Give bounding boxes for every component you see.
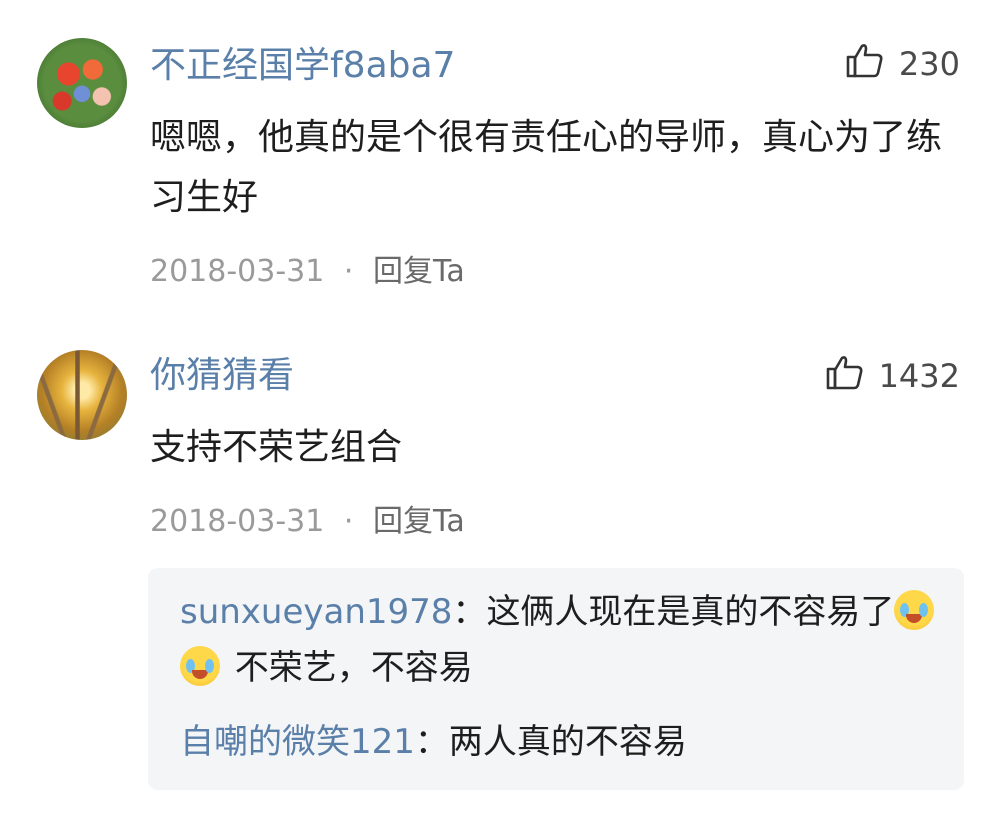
avatar[interactable] [37, 38, 127, 128]
like-count: 230 [898, 45, 960, 83]
reply-colon: ： [414, 722, 449, 762]
reply-text: 两人真的不容易 [448, 722, 687, 762]
reply-text-continued: 不荣艺，不容易 [224, 648, 473, 688]
like-button[interactable]: 230 [845, 40, 960, 88]
comment-date: 2018-03-31 [150, 504, 325, 539]
comment-username[interactable]: 不正经国学f8aba7 [150, 36, 455, 88]
crying-laughing-emoji-icon [180, 646, 220, 686]
like-count: 1432 [878, 357, 960, 395]
thumbs-up-icon [825, 352, 865, 400]
reply-button[interactable]: 回复Ta [373, 254, 465, 289]
like-button[interactable]: 1432 [825, 352, 960, 400]
reply-button[interactable]: 回复Ta [373, 504, 465, 539]
avatar[interactable] [37, 350, 127, 440]
reply-username[interactable]: 自嘲的微笑121 [180, 722, 415, 762]
comment-username[interactable]: 你猜猜看 [150, 346, 294, 398]
meta-separator: · [343, 254, 354, 289]
comment-text: 支持不荣艺组合 [150, 427, 403, 468]
comment-meta: 2018-03-31 · 回复Ta [150, 246, 465, 290]
comment-meta: 2018-03-31 · 回复Ta [150, 496, 465, 540]
crying-laughing-emoji-icon [894, 590, 935, 630]
reply-username[interactable]: sunxueyan1978 [180, 592, 452, 632]
comment-date: 2018-03-31 [150, 254, 325, 289]
reply-item[interactable]: 自嘲的微笑121：两人真的不容易 [180, 714, 940, 770]
reply-colon: ： [452, 592, 487, 632]
thumbs-up-icon [845, 40, 885, 88]
meta-separator: · [343, 504, 354, 539]
replies-box: sunxueyan1978：这俩人现在是真的不容易了 不荣艺，不容易 自嘲的微笑… [148, 568, 964, 790]
comment-text: 嗯嗯，他真的是个很有责任心的导师，真心为了练习生好 [150, 117, 943, 218]
reply-text: 这俩人现在是真的不容易了 [486, 592, 895, 632]
reply-item[interactable]: sunxueyan1978：这俩人现在是真的不容易了 不荣艺，不容易 [180, 584, 940, 696]
